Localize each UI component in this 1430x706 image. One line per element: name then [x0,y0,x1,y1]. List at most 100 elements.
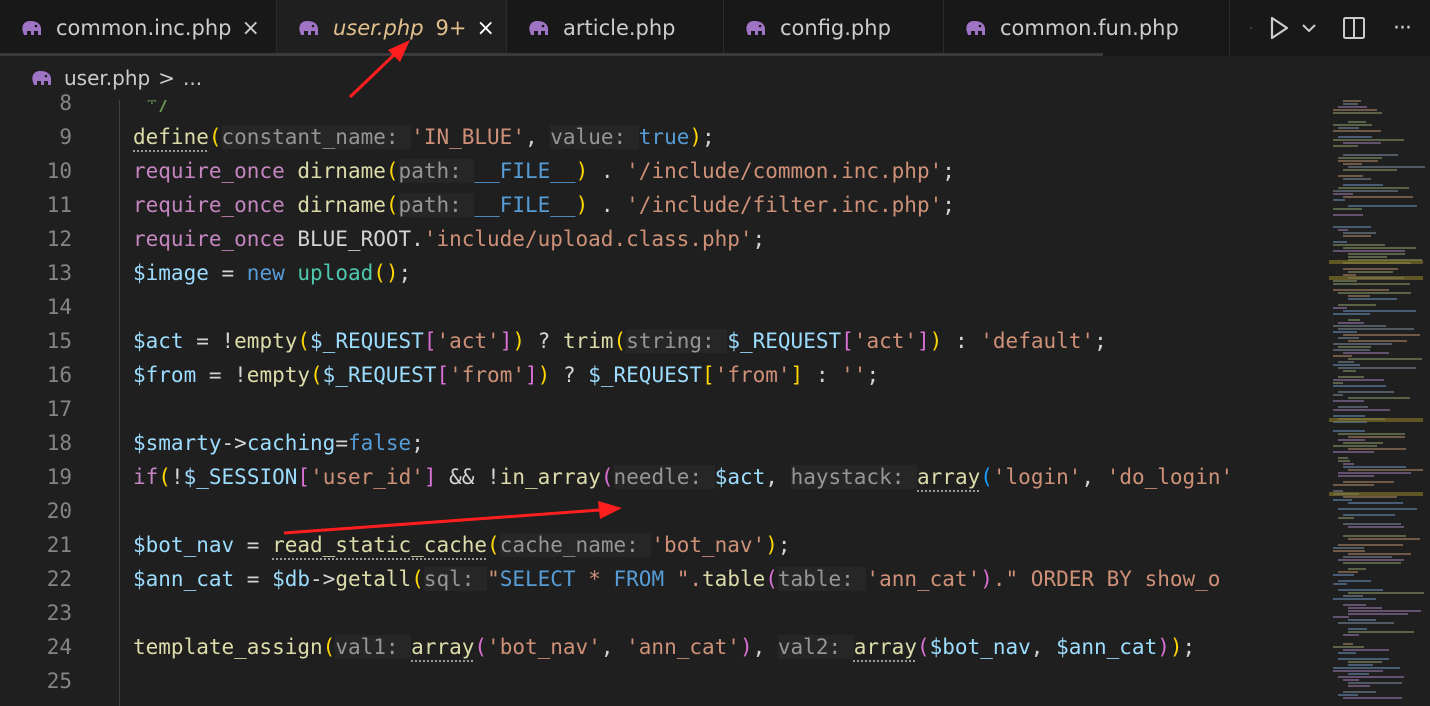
minimap-line [1333,583,1347,585]
tab-common-fun-php[interactable]: common.fun.php [944,0,1230,56]
minimap-line [1338,157,1382,159]
minimap-line [1338,136,1372,138]
code-token: ! [170,465,184,489]
code-line: if(!$_SESSION['user_id'] && !in_array(ne… [133,460,1233,494]
code-token: 'act' [853,329,918,353]
close-icon[interactable]: × [477,16,495,41]
minimap-line [1333,145,1358,147]
code-token: -> [310,567,336,591]
minimap-line [1343,334,1420,336]
minimap-line [1338,292,1411,294]
code-token: ? [550,363,589,387]
breadcrumb: user.php > ... [0,56,1430,100]
minimap-line [1333,400,1364,402]
breadcrumb-more[interactable]: ... [183,66,202,90]
code-token: $ann_cat [1056,635,1158,659]
minimap-line [1343,370,1356,372]
tab-label: article.php [563,16,676,40]
minimap-line [1348,469,1423,471]
code-token: 'user_id' [310,465,424,489]
minimap-line [1348,448,1406,450]
minimap-line [1333,349,1370,351]
code-token: * [575,567,614,591]
code-token: ) [739,635,753,659]
indent-guide [119,100,120,706]
line-number: 11 [46,193,72,217]
minimap-line [1338,337,1359,339]
minimap[interactable] [1325,100,1430,706]
minimap-line [1343,604,1366,606]
minimap-line [1348,358,1422,360]
code-token: , [1081,465,1107,489]
editor-tab-bar: common.inc.php × user.php 9+ × article.p… [0,0,1430,56]
minimap-line [1343,643,1353,645]
minimap-line [1333,109,1377,111]
code-token: $ann_cat [133,567,235,591]
minimap-line [1343,163,1362,165]
code-token: ; [942,193,955,217]
more-actions-icon[interactable]: ··· [1384,8,1420,48]
minimap-line [1348,166,1425,168]
php-elephant-icon [529,21,548,35]
minimap-line [1333,574,1354,576]
minimap-line [1343,481,1394,483]
breadcrumb-file[interactable]: user.php [64,66,150,90]
minimap-line [1343,142,1381,144]
code-token: () [373,261,399,285]
minimap-line [1333,244,1385,246]
tab-overflow[interactable] [1230,0,1252,56]
code-token: string: [626,329,728,353]
tab-article-php[interactable]: article.php [507,0,724,56]
code-token: path: [398,193,475,217]
code-token: ( [297,329,311,353]
run-dropdown-button[interactable] [1296,8,1322,48]
minimap-line [1343,496,1397,498]
code-token: = [335,431,348,455]
code-token: ) [575,193,589,217]
minimap-line [1338,517,1354,519]
minimap-line [1338,391,1394,393]
minimap-line [1348,340,1407,342]
code-token: '/include/common.inc.php' [626,159,943,183]
code-token: $bot_nav [133,533,235,557]
code-token: template_assign [133,635,323,659]
tab-config-php[interactable]: config.php [724,0,944,56]
code-token: ( [322,635,336,659]
minimap-line [1333,199,1345,201]
code-token: $_SESSION [183,465,298,489]
minimap-line [1348,526,1404,528]
minimap-line [1338,367,1416,369]
run-button[interactable] [1262,8,1296,48]
minimap-line [1348,436,1405,438]
minimap-line [1348,568,1366,570]
minimap-line [1343,649,1389,651]
code-token: ) [980,567,993,591]
code-token: trim [562,329,614,353]
tab-user-php[interactable]: user.php 9+ × [277,0,507,56]
code-token: require_once [133,227,285,251]
code-token: ) [1157,635,1170,659]
minimap-line [1338,589,1383,591]
tab-common-inc-php[interactable]: common.inc.php × [0,0,277,56]
code-token: 'ann_cat' [626,635,740,659]
minimap-line [1338,304,1376,306]
code-token: caching [246,431,336,455]
minimap-highlight [1329,260,1423,264]
code-editor[interactable]: */define(constant_name: 'IN_BLUE', value… [133,100,1325,706]
code-token: ; [702,125,715,149]
code-token: constant_name: [221,125,412,149]
split-editor-button[interactable] [1336,8,1372,48]
minimap-line [1338,439,1365,441]
line-number: 15 [46,329,72,353]
code-token: , [1030,635,1057,659]
minimap-line [1338,475,1374,477]
line-number: 16 [46,363,72,387]
tab-label: common.fun.php [1000,16,1179,40]
code-line: $smarty->caching=false; [133,426,424,460]
minimap-line [1343,556,1392,558]
minimap-line [1333,667,1400,669]
close-icon[interactable]: × [241,16,259,41]
code-token: $act [714,465,766,489]
minimap-line [1333,226,1371,228]
